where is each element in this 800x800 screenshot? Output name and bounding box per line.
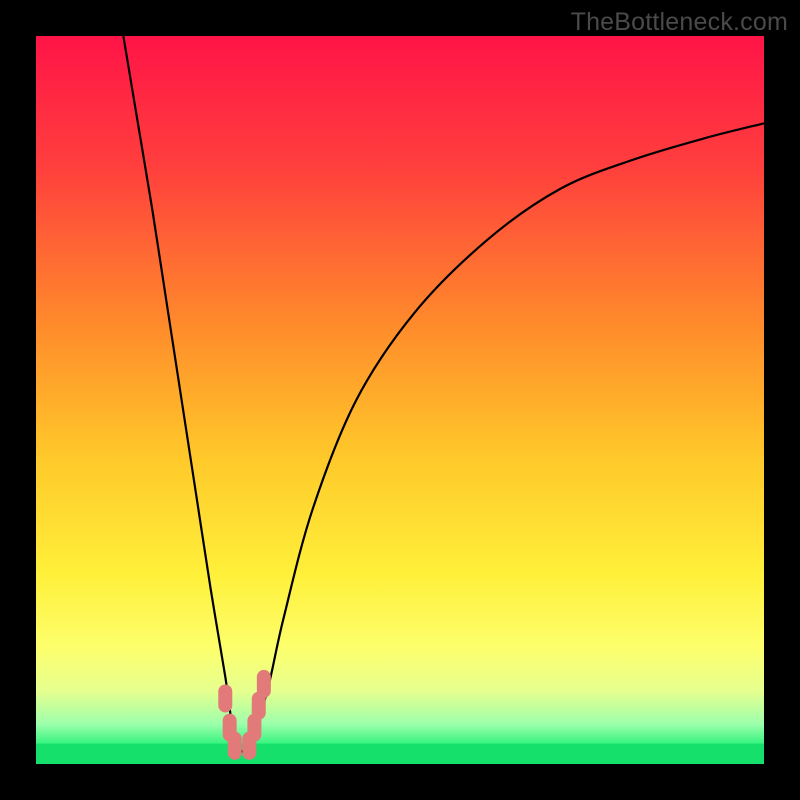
curve-marker (218, 684, 232, 712)
green-strip (36, 744, 764, 764)
gradient-background (36, 36, 764, 764)
plot-area (36, 36, 764, 764)
plot-svg (36, 36, 764, 764)
curve-marker (257, 670, 271, 698)
curve-marker (228, 732, 242, 760)
chart-frame: TheBottleneck.com (0, 0, 800, 800)
watermark-text: TheBottleneck.com (571, 8, 788, 37)
